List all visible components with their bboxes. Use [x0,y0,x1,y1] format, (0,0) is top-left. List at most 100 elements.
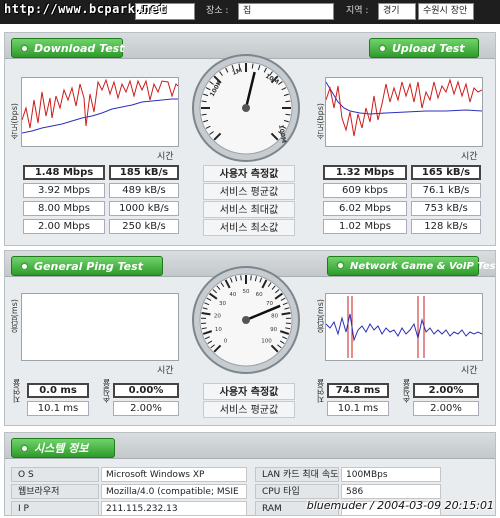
ping-gauge: 0 10 20 30 40 50 60 70 80 90 100 [191,265,301,375]
gauge-tick [201,311,211,316]
upload-test-button[interactable]: Upload Test [369,38,479,58]
download-min-mbps: 2.00 Mbps [23,219,105,234]
speed-gauge-svg: 100K 1M 10M 100M [192,54,300,162]
ping-tick-label: 70 [266,301,273,307]
gauge-tick [281,311,291,316]
download-test-button[interactable]: Download Test [11,38,125,58]
os-label: O S [11,467,99,482]
browser-label: 웹브라우저 [11,484,99,499]
bullet-icon [20,44,29,53]
upload-min-kbs: 128 kB/s [411,219,481,234]
game-chart [325,293,483,361]
download-max-mbps: 8.00 Mbps [23,201,105,216]
upload-series-blue [325,81,483,115]
ping-chart [21,293,179,361]
ping-tick-label: 0 [224,339,228,345]
game-series-blue [325,313,483,342]
game-user-loss: 2.00% [413,383,479,398]
place-field: 집 [238,3,334,20]
lan-speed-label: LAN 카드 최대 속도 [255,467,339,482]
signature-watermark: bluemuder / 2004-03-09 20:15:01 [306,499,494,512]
ping-loss-label: 손실율 [102,379,111,403]
browser-value: Mozilla/4.0 (compatible; MSIE [101,484,247,499]
label-user-measured: 사용자 측정값 [203,165,295,182]
os-value: Microsoft Windows XP [101,467,247,482]
download-avg-kbs: 489 kB/s [109,183,179,198]
game-avg-loss: 2.00% [413,401,479,416]
upload-user-mbps: 1.32 Mbps [323,165,407,180]
upload-series-red [325,78,483,137]
upload-max-mbps: 6.02 Mbps [323,201,407,216]
ping-tick-label: 20 [214,313,221,319]
upload-x-axis-label: 시간 [461,152,478,162]
ping-y-axis-label: 응답(ms) [10,299,19,334]
upload-min-mbps: 1.02 Mbps [323,219,407,234]
download-series-blue [21,98,178,134]
ping-label-user-measured: 사용자 측정값 [203,383,295,400]
upload-chart [325,77,483,147]
ping-tick-label: 100 [261,339,272,345]
download-series-red [21,78,179,129]
top-info-bar: 통 모뎀 장소 : 집 지역 : 경기 수원시 장안 http://www.bc… [0,0,500,24]
upload-avg-kbs: 76.1 kB/s [411,183,481,198]
ping-x-axis-label: 시간 [157,366,174,376]
network-game-voip-test-button[interactable]: Network Game & VoIP Test [327,256,500,276]
label-service-avg: 서비스 평균값 [203,183,295,200]
ping-tick-label: 40 [229,292,236,298]
game-chart-svg [325,296,483,358]
sysinfo-row-os: O S Microsoft Windows XP LAN 카드 최대 속도 10… [11,467,491,482]
ping-tick-label: 90 [270,327,277,333]
place-label: 장소 : [206,6,229,16]
general-ping-test-label: General Ping Test [34,260,143,273]
ping-tick-label: 30 [219,301,226,307]
download-y-axis-label: 속도(bps) [10,103,19,140]
bullet-icon [336,261,345,270]
download-chart-svg [21,78,179,134]
game-x-axis-label: 시간 [461,366,478,376]
ip-value: 211.115.232.13 [101,501,247,516]
upload-user-kbs: 165 kB/s [411,165,481,180]
gauge-tick [250,275,252,281]
ping-tick-label: 80 [271,313,278,319]
download-x-axis-label: 시간 [157,152,174,162]
download-chart [21,77,179,147]
bullet-icon [20,444,29,453]
upload-avg-mbps: 609 kbps [323,183,407,198]
city-field: 수원시 장안 [418,3,474,20]
ping-tick-label: 60 [256,292,263,298]
system-info-title: 시스템 정보 [34,442,89,455]
speed-gauge: 100K 1M 10M 100M [191,53,301,163]
sysinfo-row-browser: 웹브라우저 Mozilla/4.0 (compatible; MSIE CPU … [11,484,491,499]
upload-test-label: Upload Test [392,42,465,55]
label-service-max: 서비스 최대값 [203,201,295,218]
label-service-min: 서비스 최소값 [203,219,295,236]
ping-gauge-svg: 010 20 3040 50 6070 80 90 100 [192,266,300,374]
cpu-value: 586 [341,484,441,499]
download-min-kbs: 250 kB/s [109,219,179,234]
system-info-button[interactable]: 시스템 정보 [11,438,115,458]
region-label: 지역 : [346,6,369,16]
upload-max-kbs: 753 kB/s [411,201,481,216]
game-delay-label: 지연율 [316,379,325,403]
ping-tick-label: 10 [215,327,222,333]
general-ping-test-button[interactable]: General Ping Test [11,256,163,276]
bullet-icon [378,44,387,53]
download-user-mbps: 1.48 Mbps [23,165,105,180]
region-field: 경기 [378,3,416,20]
game-user-delay: 74.8 ms [327,383,389,398]
download-avg-mbps: 3.92 Mbps [23,183,105,198]
cpu-label: CPU 타입 [255,484,339,499]
ping-delay-label: 지연율 [12,379,21,403]
download-user-kbs: 185 kB/s [109,165,179,180]
ping-avg-loss: 2.00% [113,401,179,416]
ping-tick-label: 50 [243,289,250,295]
lan-speed-value: 100MBps [341,467,441,482]
upload-chart-svg [325,78,483,137]
game-avg-delay: 10.1 ms [327,401,389,416]
game-loss-label: 손실율 [402,379,411,403]
ping-user-delay: 0.0 ms [27,383,89,398]
speed-test-panel: Download Test Upload Test 속도(bps) 시간 속도(… [4,32,496,246]
watermark-url: http://www.bcpark.net [4,2,167,16]
download-test-label: Download Test [34,42,125,55]
network-game-voip-test-label: Network Game & VoIP Test [350,261,500,272]
